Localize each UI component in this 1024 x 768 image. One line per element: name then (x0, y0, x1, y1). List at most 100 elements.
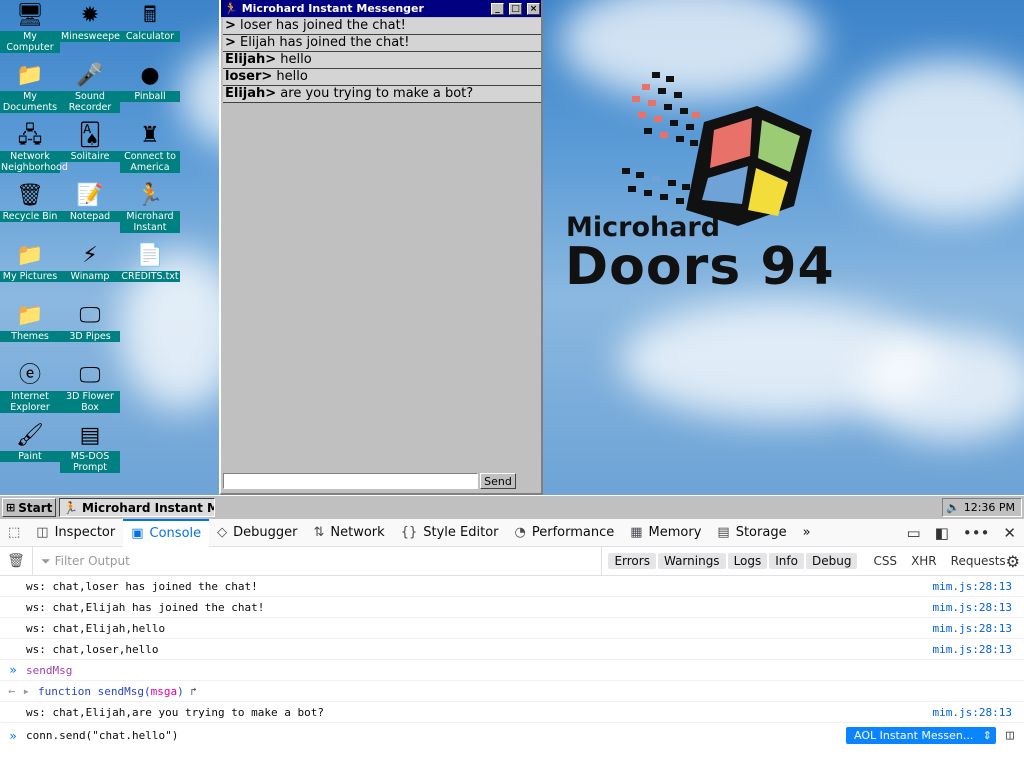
desktop-icon-label: Calculator (120, 31, 180, 42)
desktop-icon-label: Paint (0, 451, 60, 462)
messenger-titlebar[interactable]: 🏃 Microhard Instant Messenger _ □ × (221, 0, 541, 17)
tab-pick-element[interactable]: ⬚ (0, 519, 28, 547)
desktop-icon[interactable]: 🏃 Microhard Instant (120, 182, 180, 233)
desktop-icon-label: Winamp (60, 271, 120, 282)
jump-to-definition-icon[interactable]: ↱ (190, 685, 197, 698)
tab-debugger[interactable]: ◇ Debugger (209, 519, 305, 547)
folder-icon: 📁 (16, 63, 44, 88)
logo-dot (680, 108, 688, 114)
volume-icon[interactable]: 🔈 (946, 501, 960, 514)
calculator-icon: 🖩 (143, 3, 157, 28)
console-message: ws: chat,Elijah,are you trying to make a… (26, 705, 325, 719)
logo-dot (636, 172, 644, 178)
desktop-icon[interactable]: ▤ MS-DOS Prompt (60, 422, 120, 473)
desktop-icon[interactable]: 🖧 Network Neighborhood (0, 122, 68, 173)
desktop-icon-label: Internet Explorer (0, 391, 60, 413)
close-devtools-icon[interactable]: ✕ (1003, 524, 1016, 542)
tab-label: Inspector (54, 525, 116, 540)
context-selector[interactable]: AOL Instant Messen... ⇕ (846, 727, 996, 744)
desktop-icon-label: CREDITS.txt (120, 271, 180, 282)
console-output: ws: chat,loser has joined the chat! mim.j… (0, 576, 1024, 723)
desktop-icon[interactable]: 🖥 My Computer (0, 2, 60, 53)
trash-icon[interactable]: 🗑 (0, 553, 32, 569)
maximize-button[interactable]: □ (509, 2, 522, 15)
console-message: ws: chat,loser,hello (26, 642, 159, 656)
desktop-icon[interactable]: 🗑 Recycle Bin (0, 182, 60, 222)
desktop-icon[interactable]: 📁 My Documents (0, 62, 60, 113)
network-arrows-icon: ⇅ (313, 525, 325, 540)
tab-network[interactable]: ⇅ Network (306, 519, 393, 547)
function-name[interactable]: sendMsg (98, 685, 144, 698)
desktop-icon[interactable]: 📁 My Pictures (0, 242, 60, 282)
message-input[interactable] (223, 473, 478, 489)
source-link[interactable]: mim.js:28:13 (933, 580, 1024, 593)
level-filter-info[interactable]: Info (769, 553, 804, 569)
gear-icon[interactable]: ⚙ (1006, 552, 1024, 571)
send-button[interactable]: Send (480, 473, 516, 489)
responsive-design-icon[interactable]: ▭ (907, 524, 921, 542)
desktop-icon[interactable]: 🖵 3D Pipes (60, 302, 120, 342)
monitor-icon: 🖵 (79, 363, 101, 388)
close-button[interactable]: × (527, 2, 540, 15)
logo-dot (660, 194, 668, 200)
request-type-filters: CSS XHR Requests (873, 554, 1005, 568)
logo-dot (628, 186, 636, 192)
source-link[interactable]: mim.js:28:13 (933, 622, 1024, 635)
desktop-icon[interactable]: 🂡 Solitaire (60, 122, 120, 162)
level-filter-errors[interactable]: Errors (608, 553, 656, 569)
cards-icon: 🂡 (78, 123, 102, 148)
type-filter-xhr[interactable]: XHR (911, 554, 937, 568)
gauge-icon: ◔ (514, 525, 526, 540)
level-filter-warnings[interactable]: Warnings (657, 553, 726, 569)
console-message: function sendMsg(msga) ↱ (38, 685, 1024, 698)
desktop-icon-label: Notepad (60, 211, 120, 222)
dock-icon[interactable]: ◧ (935, 524, 949, 542)
more-tabs-chevron-icon[interactable]: » (795, 519, 819, 547)
desktop-icon[interactable]: 📄 CREDITS.txt (120, 242, 180, 282)
console-input[interactable]: conn.send("chat.hello") (26, 729, 846, 742)
desktop-icon[interactable]: ✹ Minesweeper (60, 2, 124, 42)
chip-icon: ▦ (630, 525, 643, 540)
tab-memory[interactable]: ▦ Memory (622, 519, 709, 547)
filter-output-input[interactable]: ⏷ Filter Output (31, 546, 601, 576)
taskbar-messenger-button[interactable]: 🏃 Microhard Instant M... (59, 498, 215, 517)
console-icon: ▣ (131, 526, 144, 541)
pick-element-icon: ⬚ (8, 525, 21, 540)
tab-label: Console (149, 526, 202, 541)
tab-inspector[interactable]: ◫ Inspector (28, 519, 123, 547)
desktop-icon[interactable]: ⓔ Internet Explorer (0, 362, 60, 413)
desktop-icon[interactable]: ● Pinball (120, 62, 180, 102)
type-filter-css[interactable]: CSS (873, 554, 897, 568)
tab-label: Storage (735, 525, 787, 540)
level-filter-logs[interactable]: Logs (727, 553, 768, 569)
tab-performance[interactable]: ◔ Performance (507, 519, 623, 547)
paint-icon: 🖌 (16, 423, 44, 448)
tab-console[interactable]: ▣ Console (123, 518, 210, 547)
braces-icon: {} (400, 525, 418, 540)
editor-mode-icon[interactable]: ◫ (996, 728, 1024, 743)
tab-storage[interactable]: ▤ Storage (709, 519, 794, 547)
desktop-icon[interactable]: 🎤 Sound Recorder (60, 62, 120, 113)
logo-dot (652, 72, 660, 78)
type-filter-requests[interactable]: Requests (951, 554, 1006, 568)
desktop-icon[interactable]: ♜ Connect to America (120, 122, 180, 173)
desktop-icon[interactable]: 📝 Notepad (60, 182, 120, 222)
tab-style-editor[interactable]: {} Style Editor (393, 519, 507, 547)
desktop-icon[interactable]: 📁 Themes (0, 302, 60, 342)
tab-label: Network (330, 525, 385, 540)
winamp-icon: ⚡ (82, 243, 98, 268)
desktop-icon[interactable]: 🖌 Paint (0, 422, 60, 462)
start-button[interactable]: ⊞ Start (2, 498, 56, 517)
desktop-icon[interactable]: 🖩 Calculator (120, 2, 180, 42)
more-options-icon[interactable]: ••• (963, 524, 990, 542)
source-link[interactable]: mim.js:28:13 (933, 601, 1024, 614)
desktop-icon[interactable]: ⚡ Winamp (60, 242, 120, 282)
desktop-icon[interactable]: 🖵 3D Flower Box (60, 362, 120, 413)
source-link[interactable]: mim.js:28:13 (933, 643, 1024, 656)
console-prompt[interactable]: » conn.send("chat.hello") AOL Instant Me… (0, 723, 1024, 748)
source-link[interactable]: mim.js:28:13 (933, 706, 1024, 719)
level-filter-debug[interactable]: Debug (805, 553, 858, 569)
logo-dot (668, 180, 676, 186)
minimize-button[interactable]: _ (491, 2, 504, 15)
